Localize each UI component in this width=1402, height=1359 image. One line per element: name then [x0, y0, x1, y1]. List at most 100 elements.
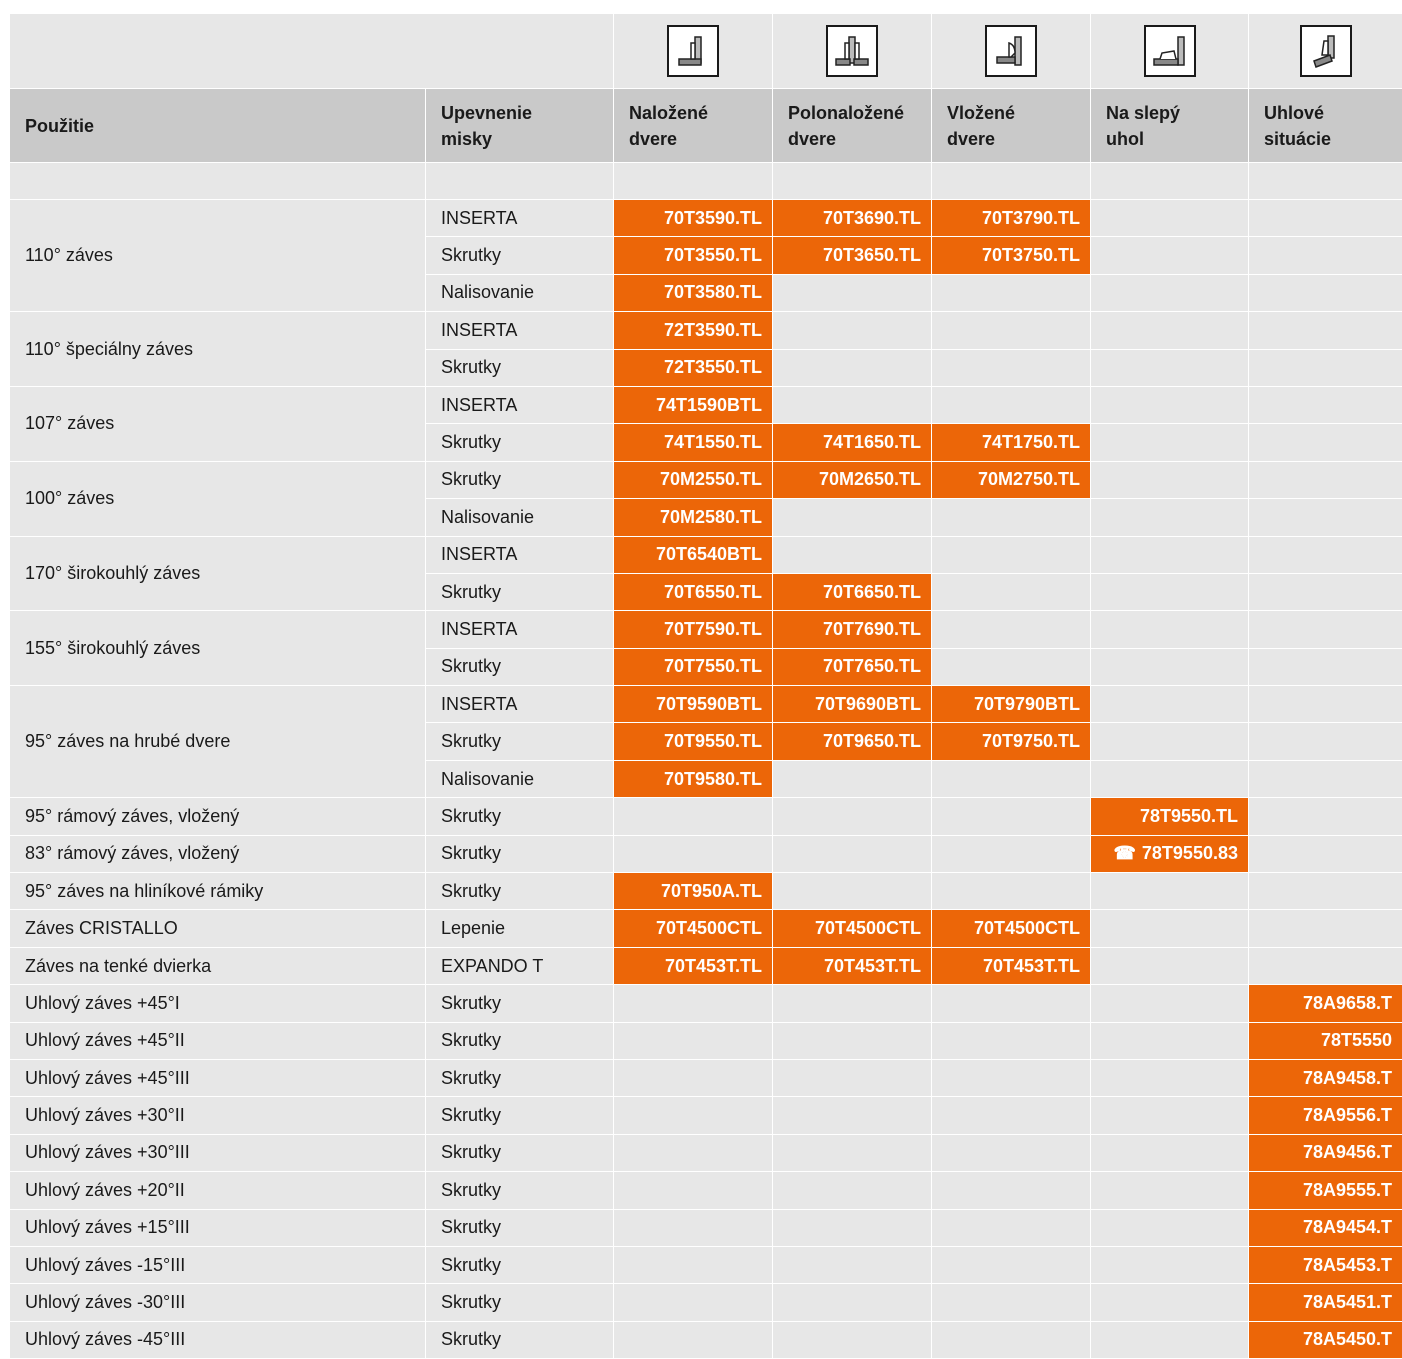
product-code-cell: 70M2550.TL [614, 461, 773, 498]
empty-cell [1091, 237, 1249, 274]
empty-cell [1091, 686, 1249, 723]
product-code-cell: 72T3550.TL [614, 349, 773, 386]
table-row: 95° záves na hrubé dvereINSERTA70T9590BT… [10, 686, 1402, 723]
table-row: 95° rámový záves, vloženýSkrutky78T9550.… [10, 798, 1402, 835]
header-inset: Vloženédvere [932, 89, 1091, 163]
mount-cell: Skrutky [426, 723, 614, 760]
product-code-cell: 74T1650.TL [773, 424, 932, 461]
product-code-cell: 70T453T.TL [773, 947, 932, 984]
product-code: 74T1650.TL [823, 432, 921, 452]
empty-cell [773, 985, 932, 1022]
empty-cell [932, 835, 1091, 872]
usage-cell: 95° záves na hrubé dvere [10, 686, 426, 798]
empty-cell [1091, 349, 1249, 386]
table-row: Uhlový záves +30°IISkrutky78A9556.T [10, 1097, 1402, 1134]
table-row: 110° špeciálny závesINSERTA72T3590.TL [10, 312, 1402, 349]
empty-cell [932, 1284, 1091, 1321]
empty-cell [1091, 985, 1249, 1022]
product-code-cell: 78A9556.T [1249, 1097, 1402, 1134]
table-row: Záves na tenké dvierkaEXPANDO T70T453T.T… [10, 947, 1402, 984]
empty-cell [1249, 349, 1402, 386]
header-angle: Uhlovésituácie [1249, 89, 1402, 163]
empty-cell [932, 1022, 1091, 1059]
product-code: 70T3750.TL [982, 245, 1080, 265]
empty-cell [1091, 1022, 1249, 1059]
empty-cell [1249, 611, 1402, 648]
mount-cell: INSERTA [426, 686, 614, 723]
product-code-cell: 70T7690.TL [773, 611, 932, 648]
empty-cell [932, 760, 1091, 797]
usage-cell: Uhlový záves +20°II [10, 1172, 426, 1209]
empty-cell [1091, 1172, 1249, 1209]
usage-cell: Uhlový záves +30°III [10, 1134, 426, 1171]
product-code-cell: 70T3650.TL [773, 237, 932, 274]
usage-cell: 95° rámový záves, vložený [10, 798, 426, 835]
product-code-cell: 70T7650.TL [773, 648, 932, 685]
empty-cell [1091, 499, 1249, 536]
mount-cell: Nalisovanie [426, 274, 614, 311]
product-code: 70T9550.TL [664, 731, 762, 751]
usage-cell: Uhlový záves +30°II [10, 1097, 426, 1134]
angled-hinge-icon [1300, 25, 1352, 77]
empty-cell [1249, 760, 1402, 797]
mount-cell: Lepenie [426, 910, 614, 947]
product-code: 78A9556.T [1303, 1105, 1392, 1125]
product-code-cell: 70T9790BTL [932, 686, 1091, 723]
product-code: 78A5451.T [1303, 1292, 1392, 1312]
product-code: 70T9790BTL [974, 694, 1080, 714]
product-code-cell: 70T7550.TL [614, 648, 773, 685]
usage-cell: 95° záves na hliníkové rámiky [10, 873, 426, 910]
empty-cell [1249, 461, 1402, 498]
empty-cell [1091, 873, 1249, 910]
empty-cell [1091, 910, 1249, 947]
empty-cell [614, 798, 773, 835]
empty-cell [1249, 237, 1402, 274]
product-code-cell: 74T1590BTL [614, 386, 773, 423]
empty-cell [932, 386, 1091, 423]
product-code: 78A9456.T [1303, 1142, 1392, 1162]
table-row: Uhlový záves +20°IISkrutky78A9555.T [10, 1172, 1402, 1209]
empty-cell [773, 835, 932, 872]
product-code: 72T3550.TL [664, 357, 762, 377]
product-code-cell: 70M2580.TL [614, 499, 773, 536]
usage-cell: Uhlový záves +15°III [10, 1209, 426, 1246]
table-row: 107° závesINSERTA74T1590BTL [10, 386, 1402, 423]
empty-cell [932, 611, 1091, 648]
product-code: 70T7690.TL [823, 619, 921, 639]
empty-cell [932, 1134, 1091, 1171]
product-code: 70M2750.TL [978, 469, 1080, 489]
header-mount: Upevneniemisky [426, 89, 614, 163]
mount-cell: Nalisovanie [426, 499, 614, 536]
empty-cell [932, 1209, 1091, 1246]
product-code-cell: 78A9458.T [1249, 1059, 1402, 1096]
header-half-overlay: Polonaloženédvere [773, 89, 932, 163]
empty-cell [773, 312, 932, 349]
product-code-cell: 74T1750.TL [932, 424, 1091, 461]
empty-cell [1249, 947, 1402, 984]
empty-cell [614, 835, 773, 872]
empty-cell [773, 386, 932, 423]
mount-cell: INSERTA [426, 386, 614, 423]
product-code-cell: 70T3690.TL [773, 200, 932, 237]
product-code: 70T4500CTL [974, 918, 1080, 938]
empty-cell [932, 274, 1091, 311]
product-code-cell: 74T1550.TL [614, 424, 773, 461]
mount-cell: Skrutky [426, 1172, 614, 1209]
header-usage: Použitie [10, 89, 426, 163]
product-code: 70T4500CTL [656, 918, 762, 938]
product-code: 70T9750.TL [982, 731, 1080, 751]
mount-cell: Skrutky [426, 1022, 614, 1059]
empty-cell [1091, 573, 1249, 610]
empty-cell [614, 1284, 773, 1321]
usage-cell: 155° širokouhlý záves [10, 611, 426, 686]
empty-cell [1249, 386, 1402, 423]
product-code: 78A5453.T [1303, 1255, 1392, 1275]
mount-cell: Skrutky [426, 1134, 614, 1171]
empty-cell [1091, 1284, 1249, 1321]
product-code-cell: 78T9550.TL [1091, 798, 1249, 835]
table-row: 155° širokouhlý závesINSERTA70T7590.TL70… [10, 611, 1402, 648]
empty-cell [773, 499, 932, 536]
table-row: 170° širokouhlý závesINSERTA70T6540BTL [10, 536, 1402, 573]
empty-cell [932, 985, 1091, 1022]
product-code-cell: 78T5550 [1249, 1022, 1402, 1059]
